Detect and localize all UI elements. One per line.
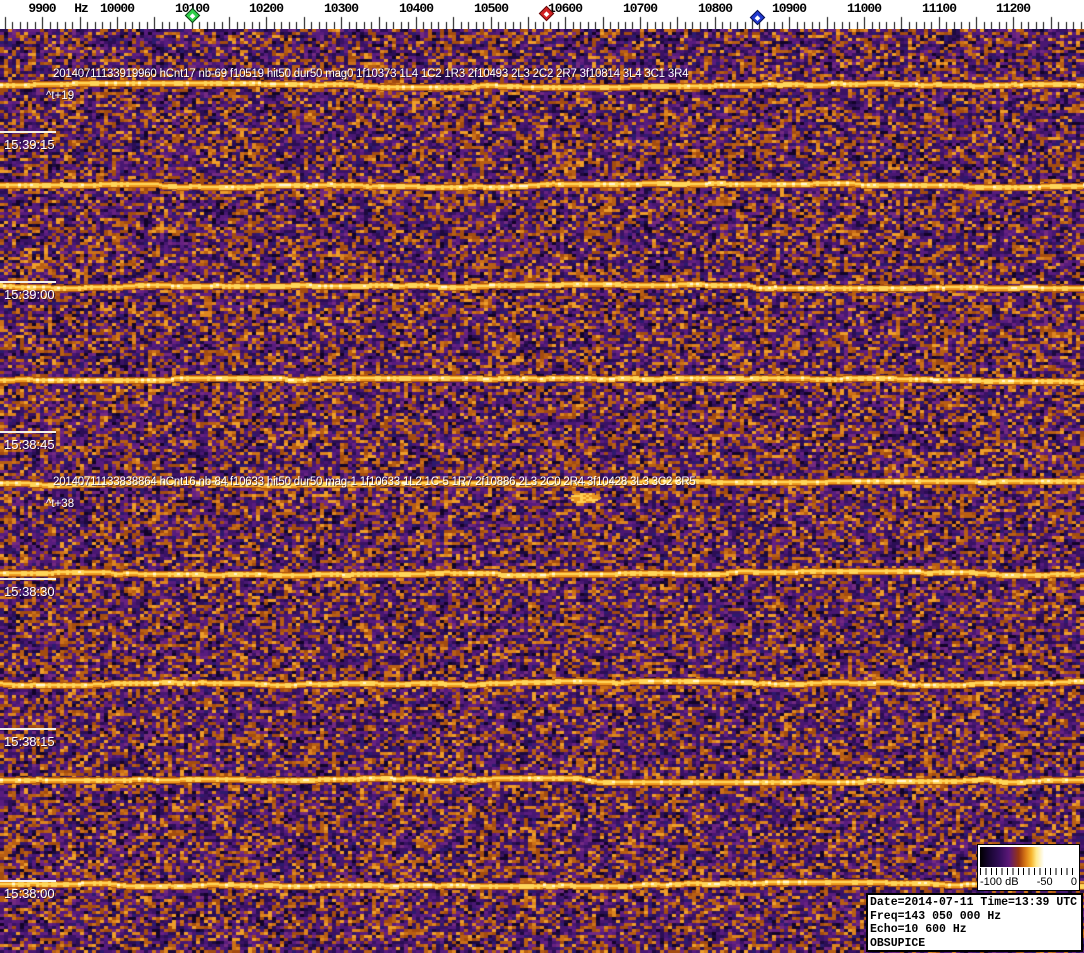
- colorbar-ticks: [980, 868, 1077, 875]
- spectrogram-window: 9900Hz1000010100102001030010400105001060…: [0, 0, 1084, 953]
- freq-label: 10700: [622, 1, 658, 16]
- freq-label: 10900: [771, 1, 807, 16]
- freq-label: 10400: [398, 1, 434, 16]
- colorbar-gradient: [980, 847, 1077, 867]
- spectrogram-canvas: [0, 29, 1084, 953]
- time-label: 15:39:00: [4, 287, 55, 302]
- time-label: 15:38:45: [4, 437, 55, 452]
- time-tick: [0, 281, 56, 283]
- marker-core: [189, 12, 195, 19]
- time-label: 15:39:15: [4, 137, 55, 152]
- freq-label: 10500: [473, 1, 509, 16]
- freq-label: 10000: [99, 1, 135, 16]
- event-time-offset: ^t+19: [46, 90, 75, 102]
- info-station-line: OBSUPICE: [870, 936, 926, 950]
- freq-label: 10200: [248, 1, 284, 16]
- time-label: 15:38:15: [4, 734, 55, 749]
- colorbar-label-mid: -50: [1036, 876, 1053, 888]
- colorbar-labels: -100 dB -50 0: [980, 875, 1077, 890]
- time-tick: [0, 131, 56, 133]
- marker-core: [754, 14, 760, 21]
- freq-label: 11100: [921, 1, 957, 16]
- time-tick: [0, 728, 56, 730]
- frequency-ruler: 9900Hz1000010100102001030010400105001060…: [0, 0, 1084, 29]
- info-date-line: Date=2014-07-11 Time=13:39 UTC: [870, 896, 1078, 909]
- time-label: 15:38:00: [4, 886, 55, 901]
- freq-label: Hz: [74, 1, 89, 16]
- meteor-event-annotation: 20140711133838864 hCnt16 nb-84 f10633 hi…: [46, 476, 696, 510]
- freq-label: 10300: [323, 1, 359, 16]
- time-tick: [0, 578, 56, 580]
- colorbar-label-max: 0: [1070, 876, 1077, 888]
- event-data-line: 20140711133838864 hCnt16 nb-84 f10633 hi…: [53, 476, 696, 488]
- info-echo-line: Echo=10 600 Hz: [870, 923, 967, 936]
- freq-label: 10800: [697, 1, 733, 16]
- marker-core: [543, 10, 549, 17]
- freq-label: 11000: [846, 1, 882, 16]
- info-freq-line: Freq=143 050 000 Hz: [870, 909, 1002, 923]
- meteor-event-annotation: 20140711133919960 hCnt17 nb-69 f10519 hi…: [46, 68, 689, 102]
- db-colorbar: -100 dB -50 0: [977, 844, 1080, 891]
- event-data-line: 20140711133919960 hCnt17 nb-69 f10519 hi…: [53, 68, 689, 80]
- time-tick: [0, 431, 56, 433]
- event-time-offset: ^t+38: [46, 498, 75, 510]
- freq-label: 9900: [28, 1, 56, 16]
- time-tick: [0, 880, 56, 882]
- time-label: 15:38:30: [4, 584, 55, 599]
- colorbar-label-min: -100 dB: [980, 876, 1019, 888]
- station-info-panel: Date=2014-07-11 Time=13:39 UTC Freq=143 …: [866, 893, 1083, 952]
- freq-label: 11200: [995, 1, 1031, 16]
